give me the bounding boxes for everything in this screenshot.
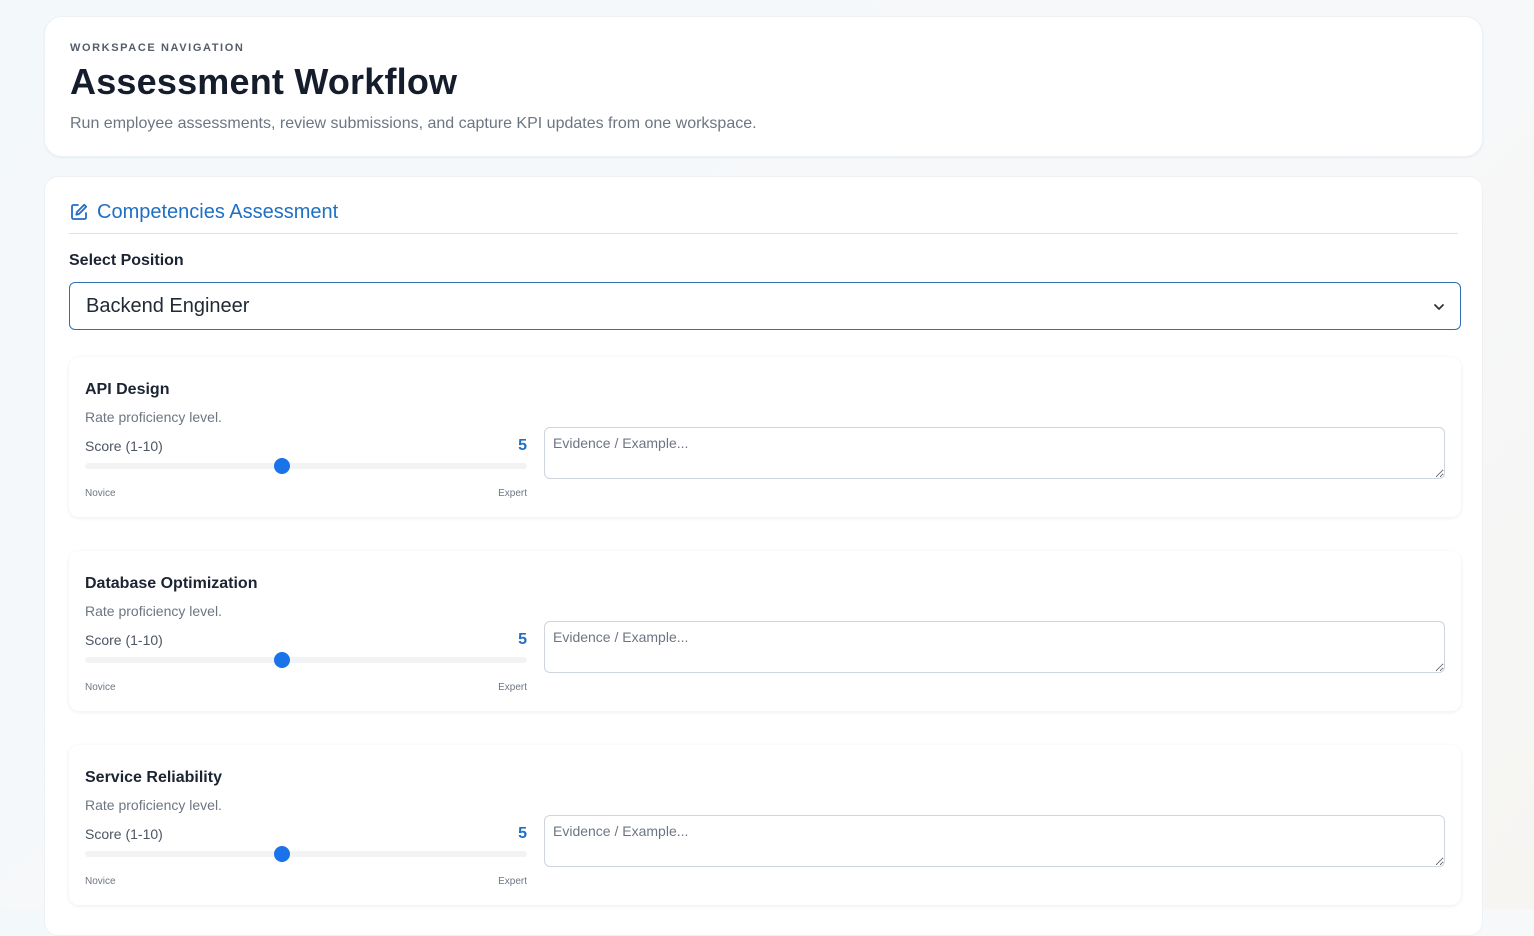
edit-icon: [71, 203, 88, 220]
competency-card-api-design: API Design Rate proficiency level. Score…: [69, 357, 1461, 517]
slider-thumb[interactable]: [274, 652, 291, 668]
evidence-input[interactable]: [544, 427, 1445, 479]
score-slider[interactable]: [85, 652, 527, 668]
competencies-panel: Competencies Assessment Select Position …: [44, 176, 1483, 936]
page-subtitle: Run employee assessments, review submiss…: [70, 115, 757, 132]
score-value: 5: [518, 631, 527, 648]
score-value: 5: [518, 825, 527, 842]
workspace-header: WORKSPACE NAVIGATION Assessment Workflow…: [44, 16, 1483, 157]
range-max-label: Expert: [498, 682, 527, 693]
range-min-label: Novice: [85, 876, 116, 887]
range-max-label: Expert: [498, 488, 527, 499]
eyebrow-label: WORKSPACE NAVIGATION: [70, 42, 245, 54]
competency-name: Service Reliability: [85, 769, 222, 786]
score-label: Score (1-10): [85, 438, 163, 454]
competency-description: Rate proficiency level.: [85, 603, 222, 619]
slider-thumb[interactable]: [274, 846, 291, 862]
chevron-down-icon: [1434, 304, 1444, 310]
competency-name: API Design: [85, 381, 170, 398]
competency-name: Database Optimization: [85, 575, 258, 592]
section-header: Competencies Assessment: [69, 201, 1458, 234]
evidence-input[interactable]: [544, 621, 1445, 673]
select-position-label: Select Position: [69, 252, 184, 269]
competency-card-service-reliability: Service Reliability Rate proficiency lev…: [69, 745, 1461, 905]
competency-card-database-optimization: Database Optimization Rate proficiency l…: [69, 551, 1461, 711]
range-min-label: Novice: [85, 682, 116, 693]
competency-description: Rate proficiency level.: [85, 409, 222, 425]
position-select[interactable]: Backend Engineer: [69, 282, 1461, 330]
evidence-input[interactable]: [544, 815, 1445, 867]
competency-description: Rate proficiency level.: [85, 797, 222, 813]
position-select-value: Backend Engineer: [86, 295, 250, 317]
range-max-label: Expert: [498, 876, 527, 887]
range-min-label: Novice: [85, 488, 116, 499]
score-slider[interactable]: [85, 846, 527, 862]
section-title: Competencies Assessment: [97, 201, 339, 223]
score-value: 5: [518, 437, 527, 454]
page-title: Assessment Workflow: [70, 61, 458, 102]
score-label: Score (1-10): [85, 632, 163, 648]
slider-thumb[interactable]: [274, 458, 291, 474]
score-label: Score (1-10): [85, 826, 163, 842]
score-slider[interactable]: [85, 458, 527, 474]
